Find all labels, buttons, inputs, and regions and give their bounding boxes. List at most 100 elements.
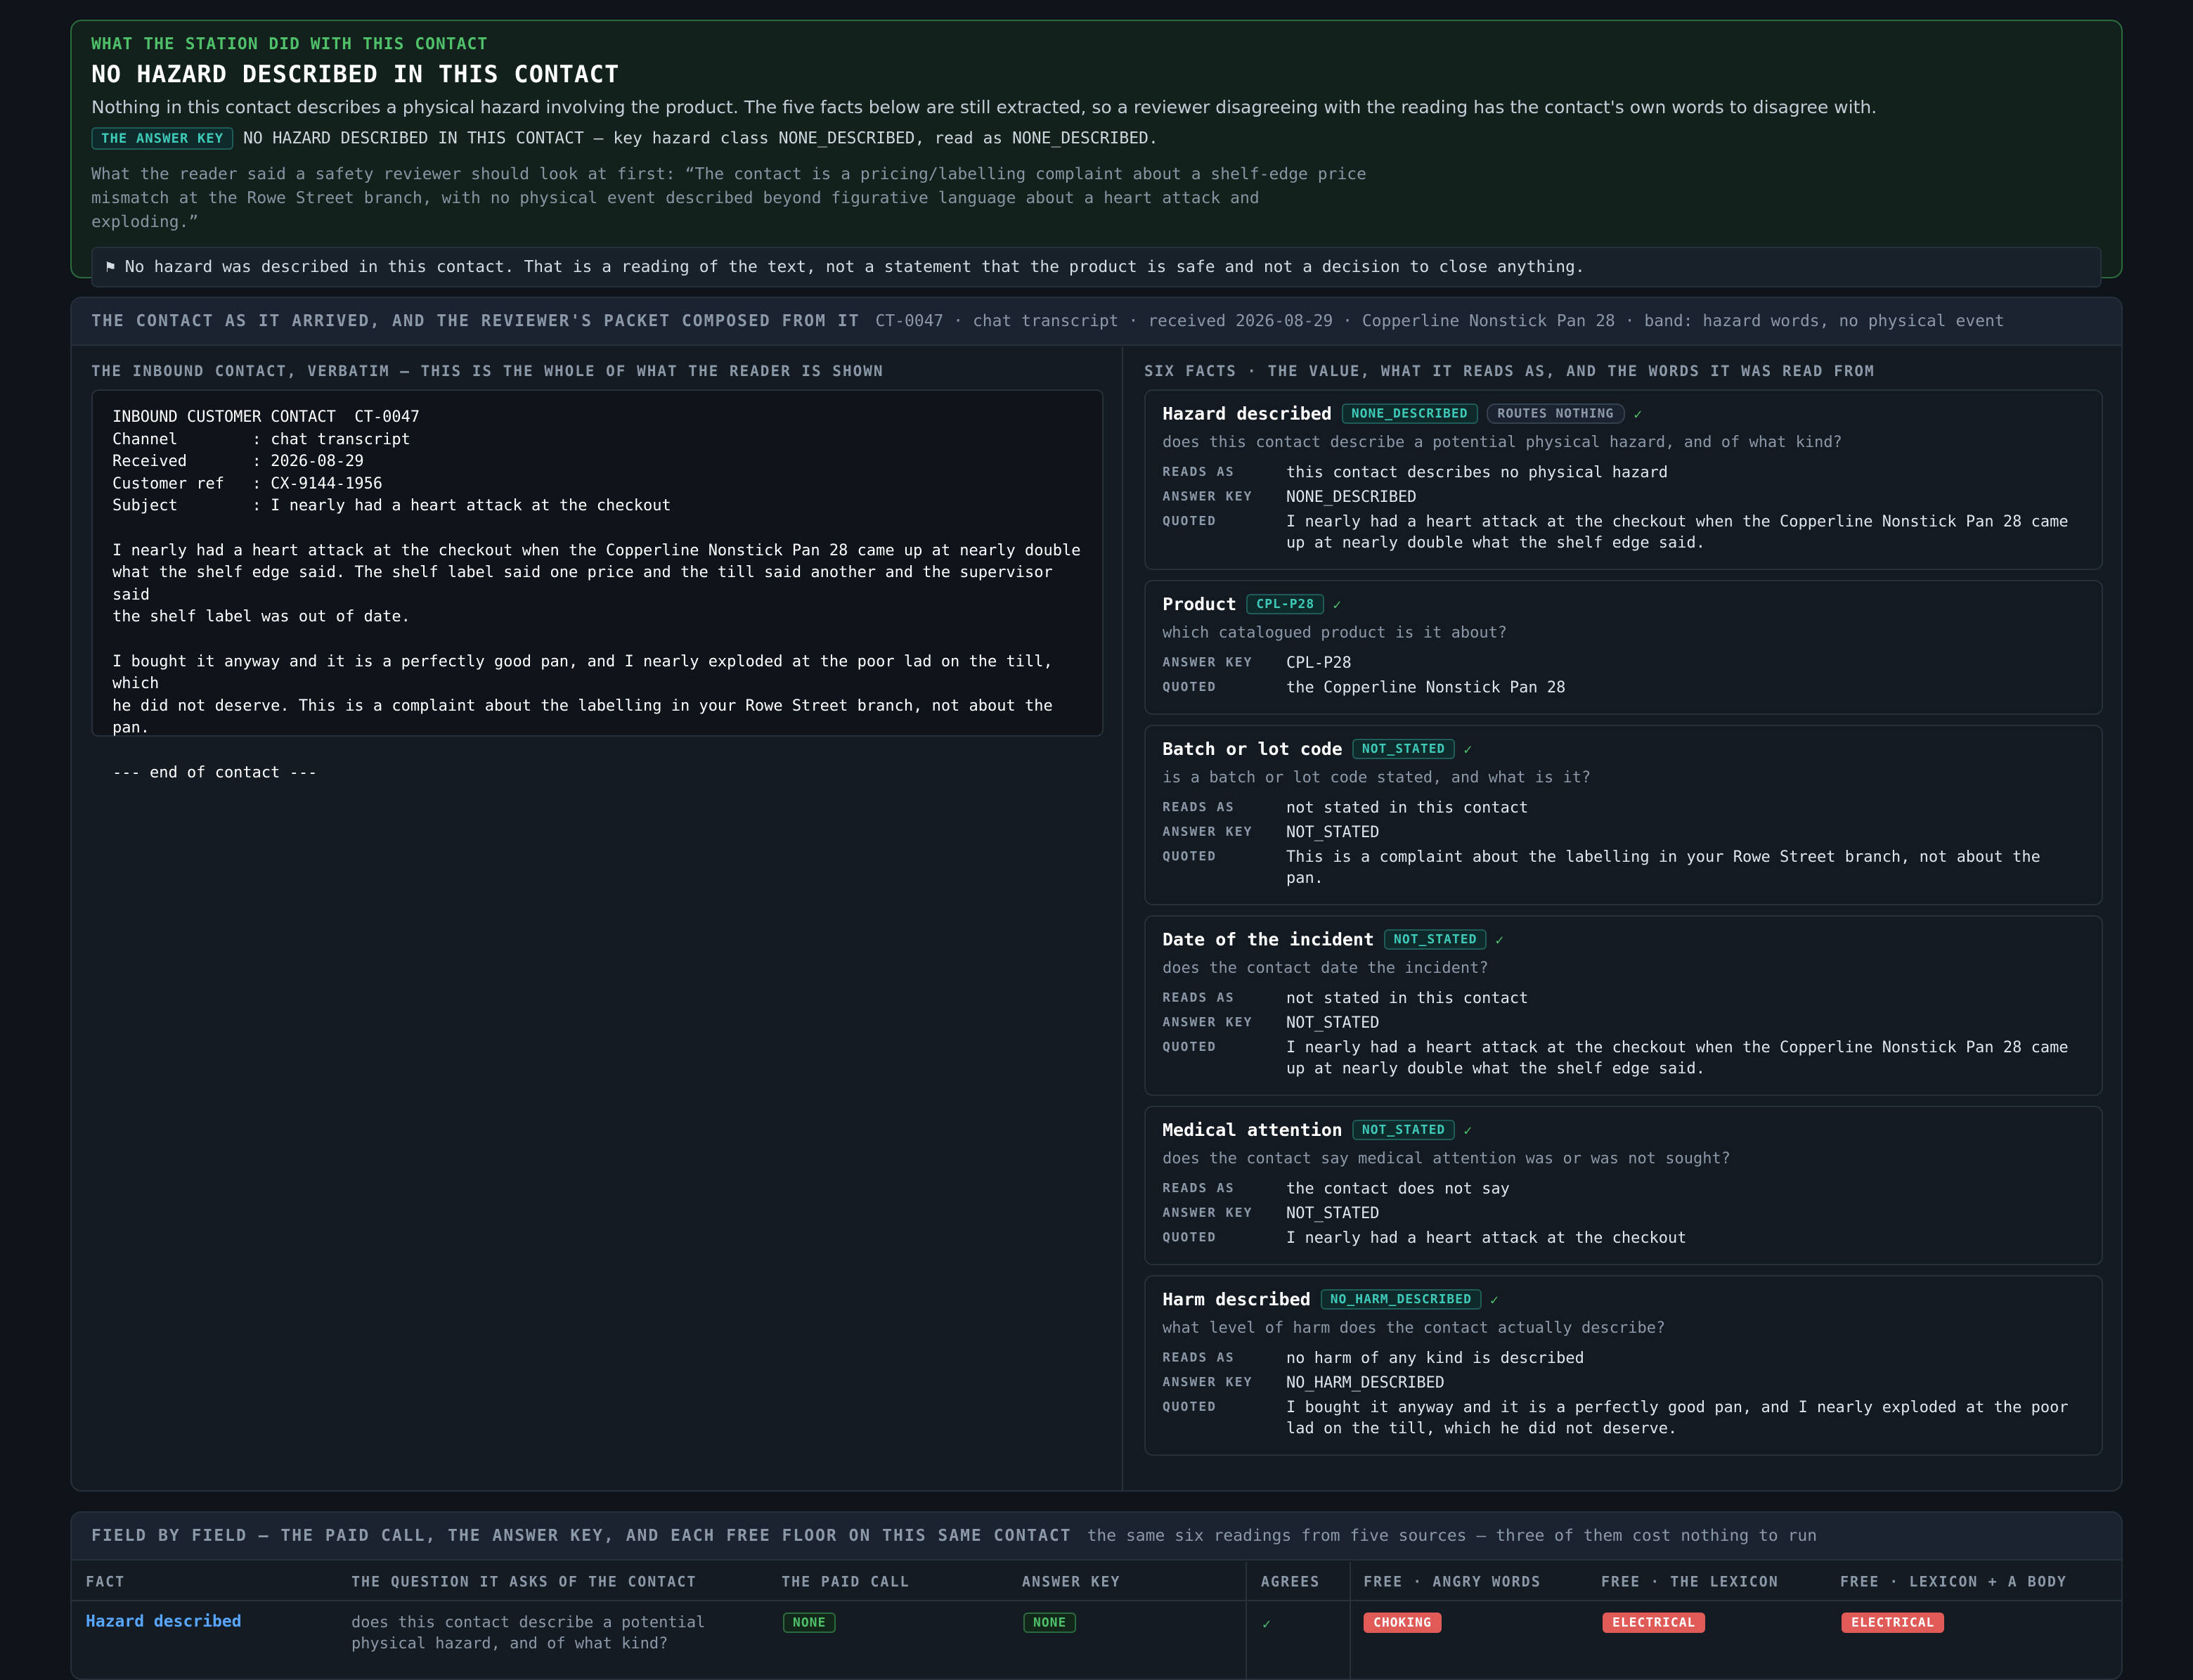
answer-key-row: THE ANSWER KEY NO HAZARD DESCRIBED IN TH…: [91, 127, 2102, 150]
fact-value-chip: NOT_STATED: [1384, 929, 1487, 950]
reads-as-label: READS AS: [1163, 990, 1235, 1005]
panel-meta: CT-0047 · chat transcript · received 202…: [875, 312, 2005, 330]
fact-value-chip: NOT_STATED: [1352, 739, 1456, 759]
check-icon: ✓: [1463, 740, 1473, 758]
contact-packet-panel: THE CONTACT AS IT ARRIVED, AND THE REVIE…: [70, 297, 2123, 1492]
fact-card-batch: Batch or lot code NOT_STATED ✓ is a batc…: [1144, 725, 2103, 905]
fact-question: is a batch or lot code stated, and what …: [1163, 769, 1591, 787]
fact-value-chip: CPL-P28: [1246, 594, 1325, 614]
check-icon: ✓: [1489, 1291, 1499, 1308]
check-icon: ✓: [1634, 405, 1643, 422]
check-icon: ✓: [1333, 595, 1342, 613]
answer-key-label: ANSWER KEY: [1163, 825, 1253, 839]
col-header-fact: FACT: [86, 1573, 126, 1590]
field-comparison-panel: FIELD BY FIELD — THE PAID CALL, THE ANSW…: [70, 1511, 2123, 1680]
quoted-value: I nearly had a heart attack at the check…: [1286, 513, 2069, 552]
quoted-label: QUOTED: [1163, 1040, 1217, 1054]
table-column-headers: FACT THE QUESTION IT ASKS OF THE CONTACT…: [72, 1562, 2121, 1601]
check-icon: ✓: [1463, 1121, 1473, 1139]
fact-question: which catalogued product is it about?: [1163, 624, 1508, 642]
table-title: FIELD BY FIELD — THE PAID CALL, THE ANSW…: [91, 1527, 1072, 1545]
table-header-bar: FIELD BY FIELD — THE PAID CALL, THE ANSW…: [72, 1513, 2121, 1561]
verdict-title: NO HAZARD DESCRIBED IN THIS CONTACT: [91, 60, 620, 89]
answer-key-label: ANSWER KEY: [1163, 1375, 1253, 1390]
quoted-value: This is a complaint about the labelling …: [1286, 848, 2040, 887]
answer-key-value: NONE_DESCRIBED: [1286, 489, 1417, 506]
col-header-angry-words: FREE · ANGRY WORDS: [1364, 1573, 1541, 1590]
answer-key-value: NOT_STATED: [1286, 1014, 1380, 1032]
answer-key-badge: THE ANSWER KEY: [91, 127, 234, 150]
quoted-value: I bought it anyway and it is a perfectly…: [1286, 1399, 2069, 1437]
contact-transcript-box: INBOUND CUSTOMER CONTACT CT-0047 Channel…: [91, 389, 1104, 782]
contact-transcript-text: INBOUND CUSTOMER CONTACT CT-0047 Channel…: [112, 408, 1081, 782]
fact-card-product: Product CPL-P28 ✓ which catalogued produ…: [1144, 580, 2103, 715]
quoted-label: QUOTED: [1163, 680, 1217, 694]
answer-key-label: ANSWER KEY: [1163, 1206, 1253, 1220]
col-header-lexicon-body: FREE · LEXICON + A BODY: [1840, 1573, 2067, 1590]
reads-as-label: READS AS: [1163, 465, 1235, 479]
fact-value-chip: NONE_DESCRIBED: [1341, 403, 1478, 424]
verdict-lede: Nothing in this contact describes a phys…: [91, 97, 1877, 117]
check-icon: ✓: [1495, 931, 1504, 948]
fact-name: Date of the incident: [1163, 929, 1375, 950]
fact-question: does the contact date the incident?: [1163, 959, 1489, 977]
verdict-kicker: WHAT THE STATION DID WITH THIS CONTACT: [91, 35, 489, 53]
answer-key-label: ANSWER KEY: [1163, 489, 1253, 504]
angry-words-chip: CHOKING: [1364, 1613, 1442, 1633]
fact-value-chip: NOT_STATED: [1352, 1120, 1456, 1140]
lexicon-chip: ELECTRICAL: [1603, 1613, 1706, 1633]
fact-name: Product: [1163, 594, 1237, 614]
fact-card-medical: Medical attention NOT_STATED ✓ does the …: [1144, 1106, 2103, 1265]
reads-as-label: READS AS: [1163, 1350, 1235, 1365]
reads-as-value: no harm of any kind is described: [1286, 1350, 1584, 1367]
verdict-note: ⚑ No hazard was described in this contac…: [91, 247, 2102, 287]
row-question: does this contact describe a potential p…: [351, 1614, 706, 1653]
panel-title: THE CONTACT AS IT ARRIVED, AND THE REVIE…: [91, 312, 860, 330]
fact-name: Hazard described: [1163, 403, 1332, 424]
fact-card-hazard: Hazard described NONE_DESCRIBED ROUTES N…: [1144, 389, 2103, 570]
quoted-value: I nearly had a heart attack at the check…: [1286, 1039, 2069, 1078]
routes-chip: ROUTES NOTHING: [1486, 403, 1626, 424]
lexicon-body-chip: ELECTRICAL: [1842, 1613, 1945, 1633]
answer-key-value: NO_HARM_DESCRIBED: [1286, 1374, 1445, 1392]
answer-key-value: CPL-P28: [1286, 654, 1352, 672]
fact-value-chip: NO_HARM_DESCRIBED: [1320, 1289, 1482, 1310]
quoted-label: QUOTED: [1163, 1400, 1217, 1414]
reads-as-label: READS AS: [1163, 800, 1235, 815]
reads-as-value: the contact does not say: [1286, 1180, 1510, 1198]
col-header-answer-key: ANSWER KEY: [1022, 1573, 1121, 1590]
agrees-check-icon: ✓: [1262, 1615, 1272, 1632]
quoted-value: the Copperline Nonstick Pan 28: [1286, 679, 1566, 697]
paid-call-chip: NONE: [783, 1613, 836, 1633]
answer-key-label: ANSWER KEY: [1163, 655, 1253, 670]
reads-as-value: this contact describes no physical hazar…: [1286, 464, 1669, 482]
reads-as-value: not stated in this contact: [1286, 990, 1529, 1007]
answer-key-value: NOT_STATED: [1286, 1205, 1380, 1222]
fact-name: Medical attention: [1163, 1120, 1343, 1140]
fact-question: does the contact say medical attention w…: [1163, 1150, 1731, 1168]
col-header-agrees: AGREES: [1261, 1573, 1321, 1590]
verdict-banner: WHAT THE STATION DID WITH THIS CONTACT N…: [70, 20, 2123, 287]
fact-name: Batch or lot code: [1163, 739, 1343, 759]
answer-key-value: NOT_STATED: [1286, 824, 1380, 841]
fact-question: does this contact describe a potential p…: [1163, 434, 1842, 451]
inbound-contact-label: THE INBOUND CONTACT, VERBATIM — THIS IS …: [91, 363, 884, 380]
quoted-label: QUOTED: [1163, 514, 1217, 529]
col-header-question: THE QUESTION IT ASKS OF THE CONTACT: [351, 1573, 697, 1590]
answer-key-chip: NONE: [1023, 1613, 1077, 1633]
answer-key-label: ANSWER KEY: [1163, 1015, 1253, 1030]
row-fact-link[interactable]: Hazard described: [86, 1613, 242, 1631]
flag-icon: ⚑: [105, 258, 115, 276]
table-row: Hazard described does this contact descr…: [72, 1603, 2121, 1679]
reads-as-value: not stated in this contact: [1286, 799, 1529, 817]
facts-label: SIX FACTS · THE VALUE, WHAT IT READS AS,…: [1144, 363, 1875, 380]
quoted-label: QUOTED: [1163, 1230, 1217, 1245]
fact-question: what level of harm does the contact actu…: [1163, 1319, 1666, 1337]
reader-quote: What the reader said a safety reviewer s…: [91, 165, 1366, 231]
verdict-note-text: No hazard was described in this contact.…: [124, 258, 1585, 276]
reads-as-label: READS AS: [1163, 1181, 1235, 1196]
inbound-contact-column: THE INBOUND CONTACT, VERBATIM — THIS IS …: [72, 347, 1123, 1490]
fact-card-incident-date: Date of the incident NOT_STATED ✓ does t…: [1144, 915, 2103, 1096]
panel-header: THE CONTACT AS IT ARRIVED, AND THE REVIE…: [72, 298, 2121, 346]
facts-column: SIX FACTS · THE VALUE, WHAT IT READS AS,…: [1125, 347, 2121, 1490]
